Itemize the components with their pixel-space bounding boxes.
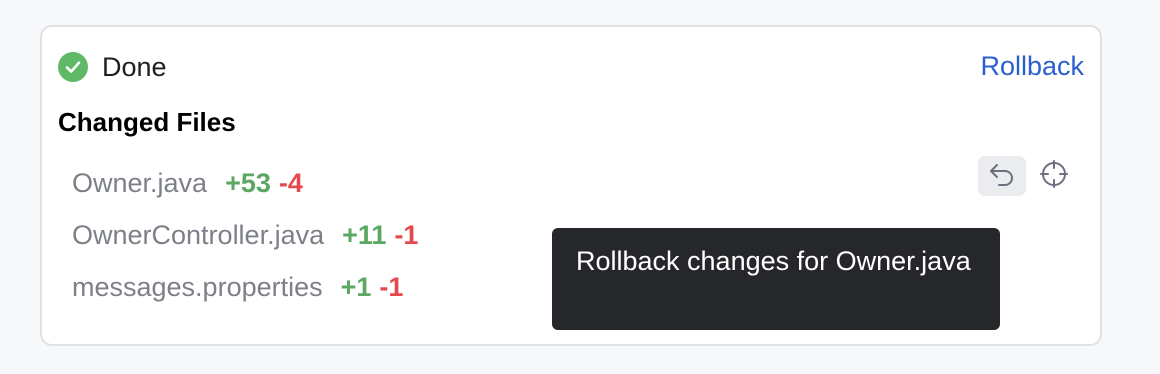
file-name[interactable]: OwnerController.java bbox=[72, 220, 324, 251]
status-label: Done bbox=[102, 51, 167, 82]
removed-lines: -1 bbox=[379, 271, 404, 302]
file-row[interactable]: messages.properties +1 -1 bbox=[72, 261, 418, 313]
removed-lines: -4 bbox=[278, 167, 303, 198]
added-lines: +11 bbox=[342, 219, 387, 250]
rollback-tooltip: Rollback changes for Owner.java bbox=[552, 228, 1000, 330]
status-row: Done bbox=[58, 51, 167, 83]
file-name[interactable]: messages.properties bbox=[72, 272, 323, 303]
changed-files-title: Changed Files bbox=[58, 107, 236, 137]
rollback-link[interactable]: Rollback bbox=[980, 51, 1084, 82]
file-name[interactable]: Owner.java bbox=[72, 168, 207, 199]
locate-file-button[interactable] bbox=[1034, 156, 1074, 196]
crosshair-icon bbox=[1039, 159, 1069, 194]
rollback-file-button[interactable] bbox=[978, 156, 1026, 196]
added-lines: +53 bbox=[225, 167, 271, 198]
row-actions bbox=[978, 156, 1074, 196]
file-row[interactable]: Owner.java +53 -4 bbox=[72, 157, 418, 209]
undo-icon bbox=[987, 161, 1017, 192]
removed-lines: -1 bbox=[394, 219, 419, 250]
check-circle-icon bbox=[58, 52, 88, 82]
added-lines: +1 bbox=[340, 271, 372, 302]
file-row[interactable]: OwnerController.java +11 -1 bbox=[72, 209, 418, 261]
file-list: Owner.java +53 -4 OwnerController.java +… bbox=[72, 157, 418, 313]
